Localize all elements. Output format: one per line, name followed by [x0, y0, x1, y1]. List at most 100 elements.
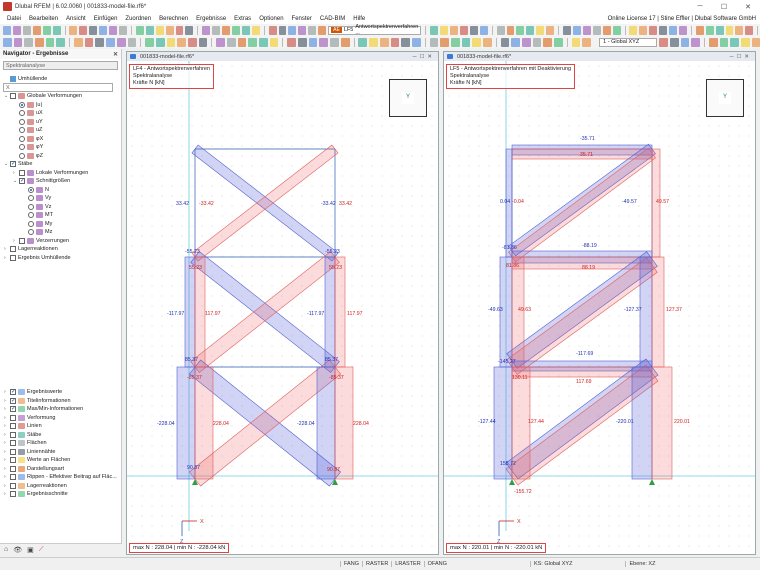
toolbar-button-icon[interactable] [216, 37, 225, 47]
toolbar-button-icon[interactable] [450, 37, 460, 47]
toolbar-button-icon[interactable] [571, 37, 581, 47]
toolbar-button-icon[interactable] [35, 37, 44, 47]
toolbar-button-icon[interactable] [288, 25, 297, 35]
toolbar-button-icon[interactable] [440, 37, 449, 47]
toolbar-button-icon[interactable] [430, 25, 439, 35]
direction-combo[interactable]: X [3, 83, 113, 93]
toolbar-button-icon[interactable] [546, 25, 555, 35]
menu-cad-bim[interactable]: CAD-BIM [316, 16, 349, 22]
display-item[interactable]: › Flächen [0, 439, 122, 448]
radio-button[interactable] [19, 152, 25, 159]
checkbox[interactable] [10, 246, 16, 253]
tree-item[interactable]: My [0, 220, 122, 229]
tree-item[interactable]: MT [0, 211, 122, 220]
toolbar-button-icon[interactable] [84, 37, 94, 47]
toolbar-button-icon[interactable] [13, 37, 23, 47]
toolbar-button-icon[interactable] [629, 25, 638, 35]
toolbar-button-icon[interactable] [287, 37, 297, 47]
checkbox[interactable] [10, 457, 16, 464]
radio-button[interactable] [19, 135, 25, 142]
toolbar-button-icon[interactable] [506, 25, 515, 35]
view-panel-left[interactable]: 001833-model-file.rf6* ─☐✕ 33.42 -33.42 -33… [126, 51, 439, 555]
tree-item[interactable]: uZ [0, 126, 122, 135]
toolbar-button-icon[interactable] [175, 25, 184, 35]
toolbar-button-icon[interactable] [411, 37, 421, 47]
toolbar-button-icon[interactable] [319, 37, 329, 47]
menu-ansicht[interactable]: Ansicht [62, 16, 90, 22]
toolbar-button-icon[interactable] [89, 25, 98, 35]
status-raster[interactable]: RASTER [361, 561, 391, 567]
checkbox[interactable] [10, 474, 16, 481]
toolbar-button-icon[interactable] [659, 25, 668, 35]
menu-ergebnisse[interactable]: Ergebnisse [192, 16, 230, 22]
menu-fenster[interactable]: Fenster [288, 16, 316, 22]
radio-button[interactable] [19, 118, 25, 125]
toolbar-button-icon[interactable] [582, 37, 592, 47]
status-lraster[interactable]: LRASTER [391, 561, 423, 567]
toolbar-button-icon[interactable] [511, 37, 521, 47]
toolbar-button-icon[interactable] [751, 37, 760, 47]
toolbar-button-icon[interactable] [659, 37, 668, 47]
toolbar-button-icon[interactable] [496, 25, 505, 35]
toolbar-button-icon[interactable] [187, 37, 197, 47]
toolbar-button-icon[interactable] [298, 25, 307, 35]
checkbox[interactable] [10, 93, 16, 100]
canvas-left[interactable]: 33.42 -33.42 -33.42 33.42 -55.23 55.23 -55.23 5… [127, 61, 438, 554]
radio-button[interactable] [28, 186, 34, 193]
toolbar-button-icon[interactable] [469, 25, 478, 35]
toolbar-button-icon[interactable] [709, 37, 718, 47]
menu-bearbeiten[interactable]: Bearbeiten [25, 16, 62, 22]
navigator-combo[interactable]: Spektralanalyse [3, 61, 118, 70]
toolbar-button-icon[interactable] [639, 25, 648, 35]
display-item[interactable]: › Rippen - Effektiver Beitrag auf Fläc... [0, 473, 122, 482]
toolbar-button-icon[interactable] [695, 25, 704, 35]
toolbar-button-icon[interactable] [500, 37, 510, 47]
toolbar-button-icon[interactable] [155, 25, 164, 35]
toolbar-button-icon[interactable] [536, 25, 545, 35]
checkbox[interactable] [10, 405, 16, 413]
checkbox[interactable] [10, 431, 16, 438]
toolbar-button-icon[interactable] [680, 37, 690, 47]
display-item[interactable]: › Liniennähte [0, 448, 122, 457]
tree-item[interactable]: φX [0, 135, 122, 144]
toolbar-button-icon[interactable] [543, 37, 553, 47]
toolbar-button-icon[interactable] [251, 25, 260, 35]
toolbar-button-icon[interactable] [522, 37, 531, 47]
menu-optionen[interactable]: Optionen [255, 16, 287, 22]
view-panel-right[interactable]: 001833-model-file.rf6* ─☐✕ -35.71 35.71 0.0… [443, 51, 756, 555]
views-tab-icon[interactable]: ▣ [27, 546, 34, 554]
checkbox[interactable] [10, 465, 16, 472]
toolbar-button-icon[interactable] [725, 25, 734, 35]
toolbar-button-icon[interactable] [679, 25, 687, 35]
minimize-icon[interactable]: ─ [688, 3, 712, 11]
toolbar-button-icon[interactable] [165, 25, 174, 35]
toolbar-button-icon[interactable] [56, 37, 66, 47]
radio-button[interactable] [28, 195, 34, 202]
checkbox[interactable] [10, 397, 16, 404]
toolbar-button-icon[interactable] [99, 25, 108, 35]
toolbar-button-icon[interactable] [268, 25, 277, 35]
toolbar-button-icon[interactable] [401, 37, 410, 47]
results-tab-icon[interactable]: ⟋ [39, 546, 44, 554]
toolbar-button-icon[interactable] [582, 25, 591, 35]
tree-item[interactable]: Vy [0, 194, 122, 203]
tree-item[interactable]: |u| [0, 101, 122, 110]
toolbar-button-icon[interactable] [532, 37, 542, 47]
toolbar-button-icon[interactable] [202, 25, 211, 35]
toolbar-button-icon[interactable] [691, 37, 701, 47]
view-cube-face[interactable]: Y [719, 92, 731, 104]
view-selector[interactable]: 1 - Global XYZ [599, 37, 658, 47]
toolbar-button-icon[interactable] [472, 37, 481, 47]
toolbar-button-icon[interactable] [79, 25, 88, 35]
checkbox[interactable] [10, 482, 16, 489]
radio-button[interactable] [28, 212, 34, 219]
toolbar-button-icon[interactable] [52, 25, 61, 35]
toolbar-button-icon[interactable] [222, 25, 230, 35]
display-item[interactable]: › Linien [0, 422, 122, 431]
toolbar-button-icon[interactable] [45, 37, 55, 47]
toolbar-button-icon[interactable] [155, 37, 165, 47]
toolbar-button-icon[interactable] [330, 37, 339, 47]
menu-extras[interactable]: Extras [230, 16, 255, 22]
toolbar-button-icon[interactable] [705, 25, 714, 35]
toolbar-button-icon[interactable] [22, 25, 31, 35]
